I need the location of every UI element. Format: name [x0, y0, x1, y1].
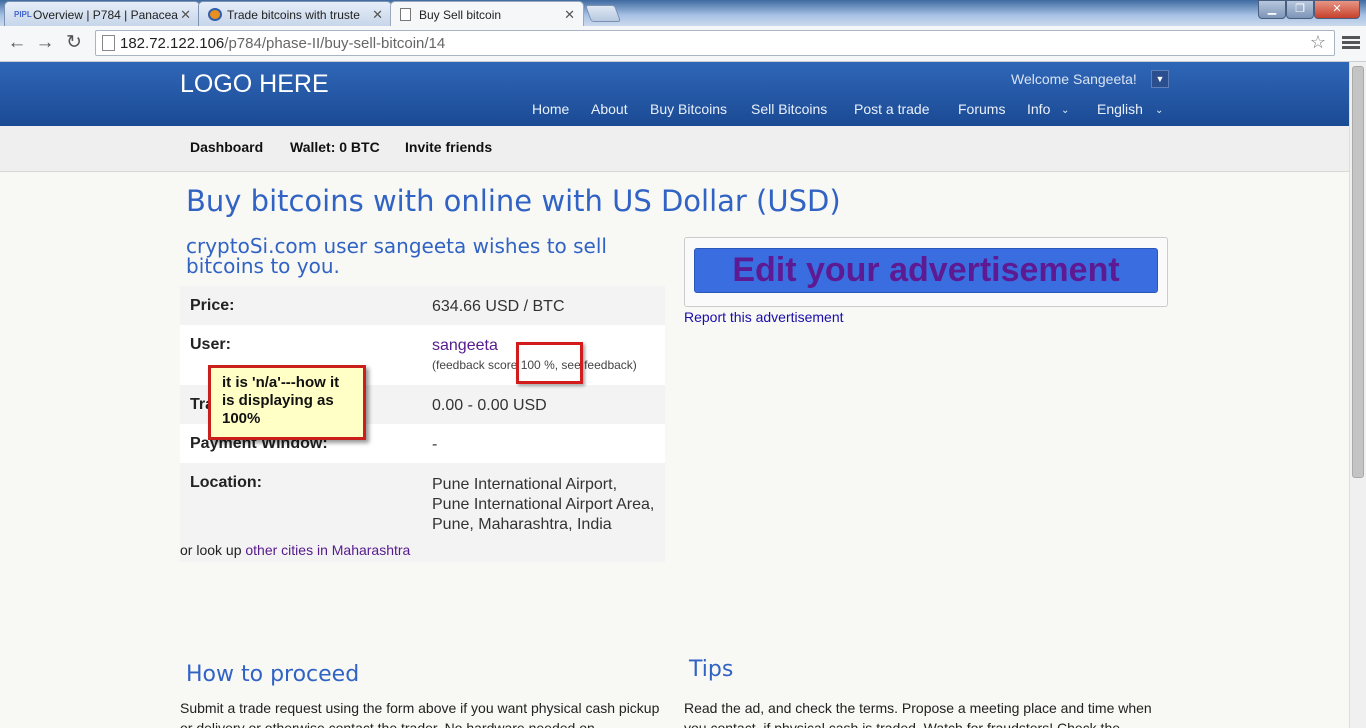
- url-host: 182.72.122.106: [120, 35, 225, 52]
- invite-friends-link[interactable]: Invite friends: [405, 139, 492, 155]
- chrome-menu-icon[interactable]: [1342, 34, 1360, 52]
- back-arrow-icon[interactable]: ←: [5, 32, 29, 54]
- tab-label: Buy Sell bitcoin: [419, 8, 502, 22]
- location-row: Location: Pune International Airport, Pu…: [180, 463, 665, 543]
- nav-forums[interactable]: Forums: [958, 101, 1005, 117]
- page-scrollbar[interactable]: [1349, 62, 1366, 728]
- minimize-button[interactable]: ▁: [1258, 0, 1286, 19]
- tab-trade-bitcoins[interactable]: Trade bitcoins with truste ✕: [198, 1, 392, 26]
- tab-label: Overview | P784 | Panacea: [33, 8, 178, 22]
- tab-label: Trade bitcoins with truste: [227, 8, 360, 22]
- forward-arrow-icon[interactable]: →: [33, 32, 57, 54]
- trade-limits-value: 0.00 - 0.00 USD: [432, 397, 547, 414]
- site-logo[interactable]: LOGO HERE: [180, 70, 329, 99]
- new-tab-button[interactable]: [584, 5, 622, 22]
- chevron-down-icon[interactable]: ⌄: [1155, 105, 1163, 116]
- page-title: Buy bitcoins with online with US Dollar …: [186, 184, 841, 218]
- nav-buy-bitcoins[interactable]: Buy Bitcoins: [650, 101, 727, 117]
- tips-heading: Tips: [689, 657, 734, 682]
- close-tab-icon[interactable]: ✕: [372, 7, 383, 23]
- how-to-proceed-heading: How to proceed: [186, 662, 360, 687]
- nav-home[interactable]: Home: [532, 101, 569, 117]
- welcome-text: Welcome Sangeeta!: [1011, 71, 1137, 87]
- close-tab-icon[interactable]: ✕: [564, 7, 575, 23]
- price-label: Price:: [190, 297, 235, 314]
- bookmark-star-icon[interactable]: ☆: [1310, 32, 1326, 53]
- edit-advertisement-button[interactable]: Edit your advertisement: [694, 248, 1158, 293]
- edit-ad-panel: Edit your advertisement: [684, 237, 1168, 307]
- tab-overview[interactable]: PIPL Overview | P784 | Panacea ✕: [4, 1, 200, 26]
- account-dropdown-icon[interactable]: ▼: [1151, 70, 1169, 88]
- site-header: LOGO HERE Welcome Sangeeta! ▼ Home About…: [0, 62, 1349, 126]
- tab-buy-sell-bitcoin[interactable]: Buy Sell bitcoin ✕: [390, 1, 584, 26]
- pipl-favicon-icon: PIPL: [14, 10, 32, 19]
- other-cities-link[interactable]: other cities in Maharashtra: [245, 542, 410, 558]
- nav-about[interactable]: About: [591, 101, 628, 117]
- payment-window-value: -: [432, 436, 438, 453]
- dashboard-link[interactable]: Dashboard: [190, 139, 263, 155]
- annotation-callout: it is 'n/a'---how it is displaying as 10…: [208, 365, 366, 440]
- url-path: /p784/phase-II/buy-sell-bitcoin/14: [224, 35, 446, 52]
- web-page: LOGO HERE Welcome Sangeeta! ▼ Home About…: [0, 62, 1349, 728]
- lookup-prefix: or look up: [180, 542, 242, 558]
- page-icon: [400, 8, 411, 21]
- price-row: Price: 634.66 USD / BTC: [180, 286, 665, 325]
- browser-tab-strip: PIPL Overview | P784 | Panacea ✕ Trade b…: [0, 0, 1366, 26]
- location-label: Location:: [190, 474, 262, 491]
- nav-info[interactable]: Info: [1027, 101, 1050, 117]
- highlight-box: [516, 342, 583, 384]
- address-bar[interactable]: 182.72.122.106/p784/phase-II/buy-sell-bi…: [95, 30, 1335, 56]
- nav-sell-bitcoins[interactable]: Sell Bitcoins: [751, 101, 827, 117]
- close-tab-icon[interactable]: ✕: [180, 7, 191, 23]
- nav-post-trade[interactable]: Post a trade: [854, 101, 930, 117]
- nav-language[interactable]: English: [1097, 101, 1143, 117]
- how-to-proceed-text: Submit a trade request using the form ab…: [180, 700, 660, 728]
- price-value: 634.66 USD / BTC: [432, 298, 565, 315]
- close-window-button[interactable]: ✕: [1314, 0, 1360, 19]
- seller-subtitle: cryptoSi.com user sangeeta wishes to sel…: [186, 234, 607, 278]
- user-profile-link[interactable]: sangeeta: [432, 337, 498, 355]
- report-advertisement-link[interactable]: Report this advertisement: [684, 309, 844, 325]
- location-value: Pune International Airport, Pune Interna…: [432, 476, 655, 533]
- browser-toolbar: ← → ↻ 182.72.122.106/p784/phase-II/buy-s…: [0, 26, 1366, 62]
- url-text: 182.72.122.106/p784/phase-II/buy-sell-bi…: [120, 35, 445, 52]
- page-icon: [102, 35, 115, 51]
- lookup-line: or look up other cities in Maharashtra: [180, 542, 410, 558]
- user-label: User:: [190, 336, 231, 353]
- chevron-down-icon[interactable]: ⌄: [1061, 105, 1069, 116]
- tips-text: Read the ad, and check the terms. Propos…: [684, 700, 1152, 728]
- wallet-link[interactable]: Wallet: 0 BTC: [290, 139, 380, 155]
- reload-icon[interactable]: ↻: [62, 32, 86, 54]
- scrollbar-thumb[interactable]: [1352, 66, 1364, 478]
- bitcoin-favicon-icon: [208, 8, 222, 21]
- maximize-button[interactable]: ❐: [1286, 0, 1314, 19]
- user-subnav: Dashboard Wallet: 0 BTC Invite friends: [0, 126, 1349, 172]
